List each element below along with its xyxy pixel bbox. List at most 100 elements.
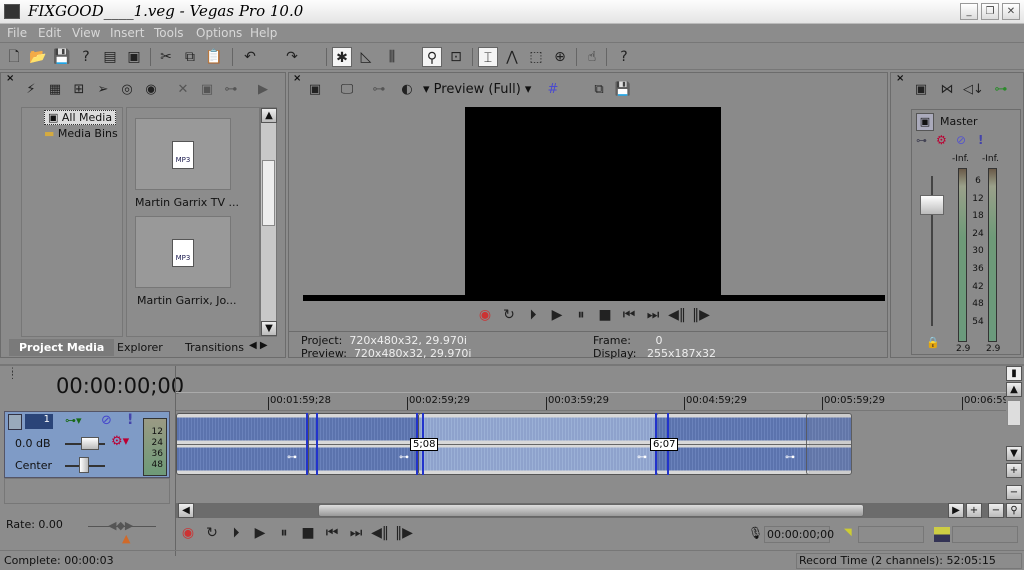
- go-to-end-icon[interactable]: ⏭: [641, 307, 665, 323]
- scroll-up-icon[interactable]: ▲: [261, 108, 277, 123]
- track-fx-icon[interactable]: ⊶▾: [65, 414, 82, 427]
- import-media-icon[interactable]: ▦: [45, 81, 65, 99]
- master-properties-icon[interactable]: ▣: [916, 113, 934, 131]
- selection-tool-icon[interactable]: ⬚: [526, 47, 546, 67]
- menu-edit[interactable]: Edit: [38, 26, 61, 40]
- solo-icon[interactable]: !: [978, 133, 983, 147]
- remove-icon[interactable]: ✕: [173, 81, 193, 99]
- menu-options[interactable]: Options: [196, 26, 242, 40]
- timeline-vertical-scrollbar[interactable]: ▮ ▲ ▼ + −: [1006, 366, 1023, 518]
- scroll-up-icon[interactable]: ▲: [1006, 382, 1022, 397]
- properties-icon[interactable]: ▣: [124, 47, 144, 67]
- ignore-grouping-icon[interactable]: ⊡: [446, 47, 466, 67]
- clip-fx-icon[interactable]: ⊶: [287, 452, 297, 463]
- menu-insert[interactable]: Insert: [110, 26, 144, 40]
- loop-icon[interactable]: ↻: [200, 525, 224, 541]
- tab-transitions[interactable]: Transitions: [175, 339, 254, 356]
- menu-view[interactable]: View: [72, 26, 100, 40]
- solo-icon[interactable]: !: [127, 412, 133, 428]
- minimize-button[interactable]: _: [960, 3, 978, 20]
- split-screen-icon[interactable]: ◐: [397, 81, 417, 99]
- go-to-end-icon[interactable]: ⏭: [344, 525, 368, 541]
- copy-icon[interactable]: ⧉: [180, 47, 200, 67]
- envelope-tool-icon[interactable]: ⋀: [502, 47, 522, 67]
- play-icon[interactable]: ▶: [253, 81, 273, 99]
- audio-clip[interactable]: ⊶: [418, 413, 660, 475]
- scroll-thumb[interactable]: [1007, 400, 1021, 426]
- zoom-tool-icon[interactable]: ⚲: [1006, 503, 1022, 518]
- menu-tools[interactable]: Tools: [154, 26, 184, 40]
- scroll-down-icon[interactable]: ▼: [1006, 446, 1022, 461]
- play-from-start-icon[interactable]: ⏵: [521, 307, 545, 323]
- pause-icon[interactable]: ⏸: [569, 307, 593, 323]
- record-timecode-field[interactable]: 00:00:00;00: [764, 526, 834, 543]
- close-panel-icon[interactable]: ×: [293, 73, 301, 84]
- plugin-icon[interactable]: ⊶: [221, 81, 241, 99]
- play-from-start-icon[interactable]: ⏵: [224, 525, 248, 541]
- tree-all-media[interactable]: ▣ All Media: [44, 110, 117, 125]
- external-monitor-icon[interactable]: 🖵: [337, 81, 357, 99]
- close-button[interactable]: ✕: [1002, 3, 1020, 20]
- zoom-tool-icon[interactable]: ⊕: [550, 47, 570, 67]
- search-media-icon[interactable]: ◉: [141, 81, 161, 99]
- stop-icon[interactable]: ■: [593, 307, 617, 323]
- audio-clip[interactable]: ⊶: [176, 413, 310, 475]
- snapping-icon[interactable]: ◺: [356, 47, 376, 67]
- record-icon[interactable]: ◉: [176, 525, 200, 541]
- pause-icon[interactable]: ⏸: [272, 525, 296, 541]
- scroll-thumb[interactable]: [318, 504, 864, 517]
- whats-this-help-icon[interactable]: ?: [614, 47, 634, 67]
- play-icon[interactable]: ▶: [248, 525, 272, 541]
- play-icon[interactable]: ▶: [545, 307, 569, 323]
- lightning-icon[interactable]: ⚡: [21, 81, 41, 99]
- selection-length-field[interactable]: [952, 526, 1018, 543]
- pan-slider-handle[interactable]: [79, 457, 89, 473]
- zoom-in-time-icon[interactable]: +: [966, 503, 982, 518]
- tab-explorer[interactable]: Explorer: [107, 339, 173, 356]
- crossfade[interactable]: [306, 413, 318, 475]
- tree-media-bins[interactable]: ▬ Media Bins: [44, 127, 118, 140]
- enable-snapping-icon[interactable]: ☝: [582, 47, 602, 67]
- drag-handle[interactable]: ⋮ ⋮: [8, 368, 17, 381]
- save-as-icon[interactable]: ?: [76, 47, 96, 67]
- copy-snapshot-icon[interactable]: ⧉: [589, 81, 609, 99]
- marker-icon[interactable]: ▮: [1006, 366, 1022, 381]
- media-scrollbar[interactable]: ▲ ▼: [260, 107, 277, 337]
- save-snapshot-icon[interactable]: 💾: [613, 81, 633, 99]
- next-frame-icon[interactable]: ‖▶: [392, 525, 416, 541]
- dim-output-icon[interactable]: ◁↓: [963, 81, 984, 99]
- scroll-thumb[interactable]: [262, 160, 275, 226]
- menu-help[interactable]: Help: [250, 26, 277, 40]
- next-frame-icon[interactable]: ‖▶: [689, 307, 713, 323]
- gear-icon[interactable]: ⚙▾: [111, 434, 129, 449]
- media-item-thumbnail[interactable]: MP3: [135, 118, 231, 190]
- clip-fx-icon[interactable]: ⊶: [399, 452, 409, 463]
- audio-clip[interactable]: ⊶: [656, 413, 810, 475]
- zoom-out-track-icon[interactable]: −: [1006, 485, 1022, 500]
- overlays-icon[interactable]: #: [543, 81, 563, 99]
- burn-cd-icon[interactable]: ◎: [117, 81, 137, 99]
- mute-icon[interactable]: ⊘: [101, 413, 112, 428]
- preview-quality-dropdown[interactable]: ▾ Preview (Full) ▾: [423, 82, 531, 97]
- downmix-icon[interactable]: ⋈: [937, 81, 957, 99]
- undo-icon[interactable]: ↶: [240, 47, 260, 67]
- get-media-icon[interactable]: ➢: [93, 81, 113, 99]
- tab-scroll-arrows[interactable]: ◀ ▶: [249, 340, 268, 351]
- timeline-horizontal-scrollbar[interactable]: ◀ ▶ + −: [176, 503, 1006, 518]
- open-icon[interactable]: 📂: [28, 47, 48, 67]
- normal-edit-tool-icon[interactable]: ⌶: [478, 47, 498, 67]
- redo-icon[interactable]: ↷: [282, 47, 302, 67]
- scroll-right-icon[interactable]: ▶: [948, 503, 964, 518]
- clip-fx-icon[interactable]: ⊶: [785, 452, 795, 463]
- zoom-out-time-icon[interactable]: −: [988, 503, 1004, 518]
- restore-button[interactable]: ❐: [981, 3, 999, 20]
- capture-icon[interactable]: ⊞: [69, 81, 89, 99]
- media-item-thumbnail[interactable]: MP3: [135, 216, 231, 288]
- volume-slider-handle[interactable]: [81, 437, 99, 450]
- master-fader-handle[interactable]: [920, 195, 944, 215]
- new-icon[interactable]: 🗋: [4, 47, 24, 67]
- audio-track-header[interactable]: 1 ⊶▾ ⊘ ! 0.0 dB ⚙▾ Center 12 24 36 48: [4, 411, 170, 478]
- auto-ripple-icon[interactable]: ✱: [332, 47, 352, 67]
- loop-icon[interactable]: ↻: [497, 307, 521, 323]
- audio-clip-fade-out[interactable]: [806, 413, 852, 475]
